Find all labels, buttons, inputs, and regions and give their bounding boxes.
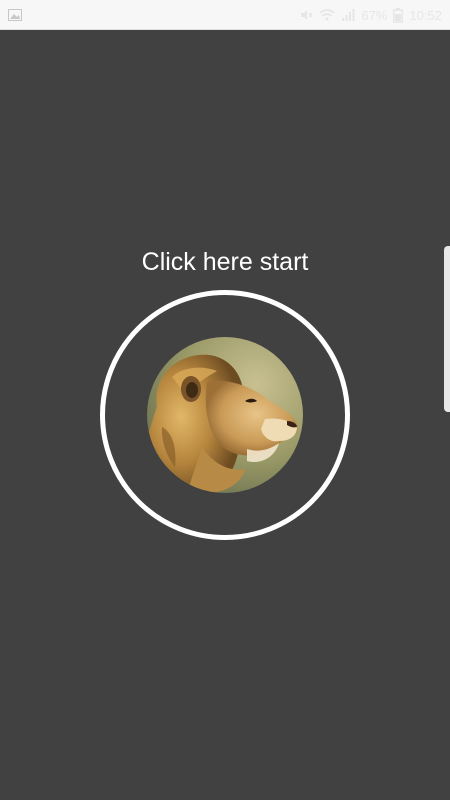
status-bar: 67% 10:52 (0, 0, 450, 30)
lion-image[interactable] (147, 337, 303, 493)
battery-percent: 67% (361, 7, 388, 23)
wifi-icon (319, 8, 335, 22)
gallery-icon (8, 8, 22, 21)
battery-icon (393, 7, 404, 23)
app-screen: 67% 10:52 Click here start (0, 0, 450, 800)
status-icons: 67% 10:52 (299, 0, 442, 30)
signal-icon (341, 8, 355, 22)
mute-icon (299, 8, 313, 22)
status-time: 10:52 (409, 7, 442, 23)
start-label[interactable]: Click here start (0, 246, 450, 278)
